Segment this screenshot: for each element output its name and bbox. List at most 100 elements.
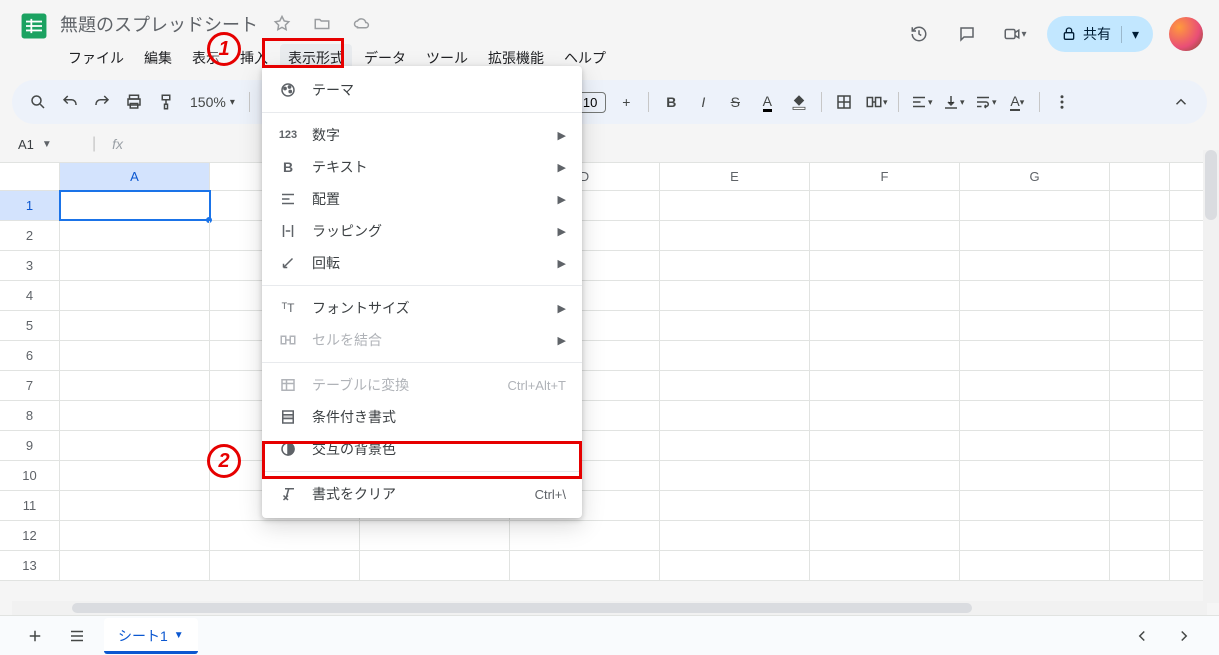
cell[interactable] [660,221,810,250]
font-size-increase-icon[interactable]: + [612,88,640,116]
cell[interactable] [660,521,810,550]
cell[interactable] [1110,491,1170,520]
menu-clear-formatting[interactable]: 書式をクリア Ctrl+\ [262,478,582,510]
row-header[interactable]: 8 [0,401,60,430]
row-header[interactable]: 9 [0,431,60,460]
row-header[interactable]: 13 [0,551,60,580]
cell[interactable] [660,401,810,430]
menu-font-size[interactable]: TT フォントサイズ ▶ [262,292,582,324]
cell[interactable] [60,461,210,490]
cell[interactable] [960,371,1110,400]
cell[interactable] [510,551,660,580]
column-header[interactable]: A [60,163,210,190]
star-icon[interactable] [266,8,298,40]
italic-icon[interactable]: I [689,88,717,116]
borders-icon[interactable] [830,88,858,116]
cell[interactable] [660,461,810,490]
cell[interactable] [960,311,1110,340]
cell[interactable] [810,371,960,400]
cell[interactable] [960,431,1110,460]
cell[interactable] [660,251,810,280]
cell[interactable] [60,191,210,220]
vertical-align-icon[interactable]: ▾ [939,88,967,116]
meet-icon[interactable]: ▾ [999,18,1031,50]
row-header[interactable]: 10 [0,461,60,490]
cell[interactable] [1110,341,1170,370]
menu-rotation[interactable]: 回転 ▶ [262,247,582,279]
column-header[interactable]: G [960,163,1110,190]
cell[interactable] [510,521,660,550]
cell[interactable] [360,521,510,550]
cell[interactable] [810,221,960,250]
cell[interactable] [210,521,360,550]
paint-format-icon[interactable] [152,88,180,116]
cell[interactable] [360,551,510,580]
cell[interactable] [960,221,1110,250]
cell[interactable] [960,551,1110,580]
cell[interactable] [660,551,810,580]
row-header[interactable]: 5 [0,311,60,340]
cell[interactable] [810,461,960,490]
cell[interactable] [60,251,210,280]
merge-cells-icon[interactable]: ▾ [862,88,890,116]
cell[interactable] [60,311,210,340]
strikethrough-icon[interactable]: S [721,88,749,116]
column-header[interactable] [1110,163,1170,190]
cell[interactable] [810,281,960,310]
sheets-logo[interactable] [16,8,52,44]
cell[interactable] [960,191,1110,220]
row-header[interactable]: 4 [0,281,60,310]
all-sheets-icon[interactable] [62,621,92,651]
cell[interactable] [660,281,810,310]
share-caret-icon[interactable]: ▾ [1121,26,1139,43]
cell[interactable] [1110,221,1170,250]
cell[interactable] [810,551,960,580]
column-header[interactable]: E [660,163,810,190]
cell[interactable] [60,491,210,520]
cell[interactable] [1110,431,1170,460]
add-sheet-icon[interactable] [20,621,50,651]
row-header[interactable]: 1 [0,191,60,220]
cell[interactable] [1110,281,1170,310]
menu-file[interactable]: ファイル [60,44,132,72]
menu-alignment[interactable]: 配置 ▶ [262,183,582,215]
select-all-corner[interactable] [0,163,60,190]
cell[interactable] [1110,311,1170,340]
cell[interactable] [660,371,810,400]
scroll-sheets-left-icon[interactable] [1127,621,1157,651]
share-button[interactable]: 共有 ▾ [1047,16,1153,52]
cell[interactable] [60,371,210,400]
print-icon[interactable] [120,88,148,116]
cell[interactable] [960,401,1110,430]
cell[interactable] [810,491,960,520]
cell[interactable] [810,521,960,550]
cell[interactable] [660,341,810,370]
bold-icon[interactable]: B [657,88,685,116]
cell[interactable] [810,251,960,280]
column-header[interactable]: F [810,163,960,190]
sheet-tab[interactable]: シート1 ▼ [104,618,198,654]
cell[interactable] [810,191,960,220]
doc-title[interactable]: 無題のスプレッドシート [60,11,258,37]
cell[interactable] [660,311,810,340]
menu-text[interactable]: B テキスト ▶ [262,151,582,183]
cell[interactable] [960,461,1110,490]
cell[interactable] [210,551,360,580]
name-box[interactable]: A1 ▼ [12,137,92,152]
row-header[interactable]: 12 [0,521,60,550]
cell[interactable] [1110,251,1170,280]
cell[interactable] [810,401,960,430]
cell[interactable] [1110,191,1170,220]
fx-icon[interactable]: fx [112,136,123,152]
cell[interactable] [1110,461,1170,490]
cell[interactable] [960,341,1110,370]
cell[interactable] [660,191,810,220]
menu-view[interactable]: 表示 [184,44,228,72]
vertical-scrollbar[interactable] [1203,150,1219,603]
horizontal-align-icon[interactable]: ▾ [907,88,935,116]
horizontal-scrollbar[interactable] [12,601,1207,615]
menu-wrapping[interactable]: ラッピング ▶ [262,215,582,247]
cell[interactable] [1110,371,1170,400]
cell[interactable] [960,491,1110,520]
cell[interactable] [960,281,1110,310]
